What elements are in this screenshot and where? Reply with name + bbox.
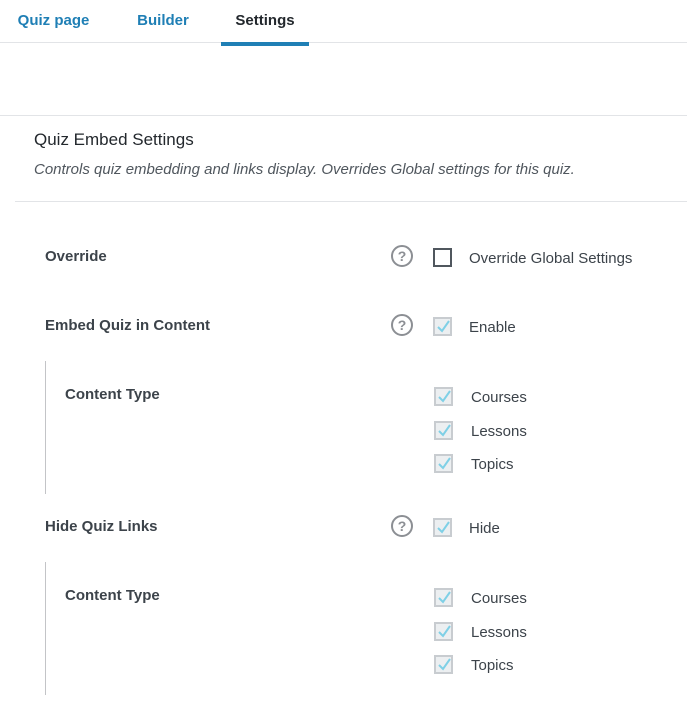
hide-links-label: Hide [469, 520, 500, 537]
embed-quiz-label: Embed Quiz in Content [45, 317, 210, 334]
hide-quiz-links-label: Hide Quiz Links [45, 518, 158, 535]
question-circle-icon[interactable]: ? [391, 314, 413, 336]
tab-settings[interactable]: Settings [221, 0, 309, 46]
checkmark-icon [438, 424, 451, 437]
divider [15, 201, 687, 202]
indent-line [45, 562, 46, 695]
embed-topics-checkbox[interactable] [434, 454, 453, 473]
section-title: Quiz Embed Settings [34, 130, 194, 149]
section-description: Controls quiz embedding and links displa… [34, 161, 575, 178]
hide-lessons-label: Lessons [471, 624, 527, 641]
hide-lessons-checkbox[interactable] [434, 622, 453, 641]
embed-courses-checkbox[interactable] [434, 387, 453, 406]
hide-links-checkbox[interactable] [433, 518, 452, 537]
embed-lessons-label: Lessons [471, 423, 527, 440]
embed-enable-checkbox[interactable] [433, 317, 452, 336]
embed-enable-label: Enable [469, 319, 516, 336]
checkmark-icon [438, 658, 451, 671]
checkmark-icon [438, 457, 451, 470]
hide-content-type-label: Content Type [65, 587, 160, 604]
embed-courses-label: Courses [471, 389, 527, 406]
tab-quiz-page[interactable]: Quiz page [0, 0, 107, 43]
hide-courses-label: Courses [471, 590, 527, 607]
checkmark-icon [438, 390, 451, 403]
hide-topics-checkbox[interactable] [434, 655, 453, 674]
override-global-settings-checkbox[interactable] [433, 248, 452, 267]
checkmark-icon [437, 320, 450, 333]
question-circle-icon[interactable]: ? [391, 515, 413, 537]
divider [0, 115, 687, 116]
override-label: Override [45, 248, 107, 265]
override-global-settings-label: Override Global Settings [469, 250, 633, 267]
tab-bar: Quiz page Builder Settings [0, 0, 687, 46]
embed-content-type-label: Content Type [65, 386, 160, 403]
checkmark-icon [437, 521, 450, 534]
tab-builder[interactable]: Builder [126, 0, 200, 43]
hide-topics-label: Topics [471, 657, 514, 674]
checkmark-icon [438, 625, 451, 638]
question-circle-icon[interactable]: ? [391, 245, 413, 267]
hide-courses-checkbox[interactable] [434, 588, 453, 607]
indent-line [45, 361, 46, 494]
embed-lessons-checkbox[interactable] [434, 421, 453, 440]
embed-topics-label: Topics [471, 456, 514, 473]
checkmark-icon [438, 591, 451, 604]
